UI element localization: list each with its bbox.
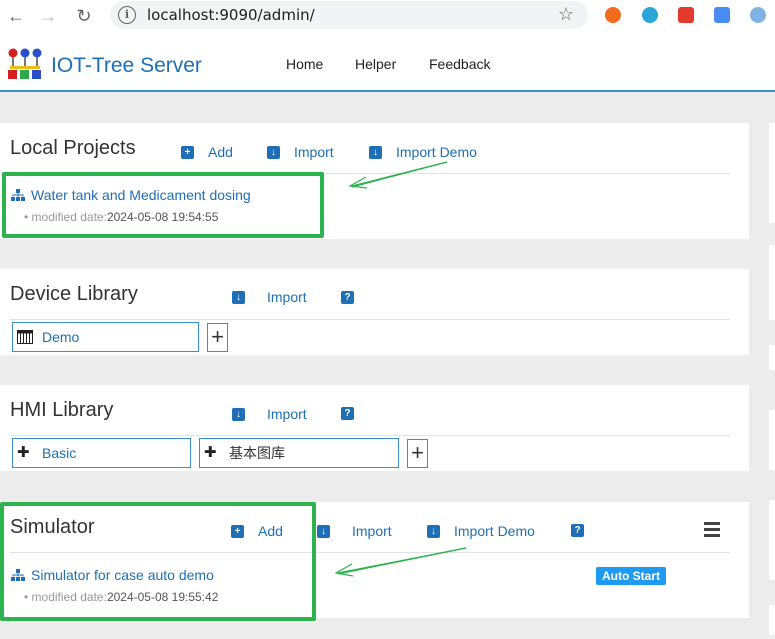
add-project-button[interactable]: + Add bbox=[181, 144, 233, 160]
panel-title: Device Library bbox=[10, 283, 138, 305]
hmi-library-item-basic[interactable]: ✚ Basic bbox=[12, 438, 191, 468]
add-device-library-button[interactable]: + bbox=[207, 323, 228, 352]
import-demo-button[interactable]: ↓ Import Demo bbox=[369, 144, 477, 160]
import-icon: ↓ bbox=[232, 290, 245, 304]
simulator-link[interactable]: Simulator for case auto demo bbox=[11, 567, 214, 583]
import-icon: ↓ bbox=[232, 407, 245, 421]
import-device-button[interactable]: ↓ Import bbox=[232, 289, 307, 305]
local-projects-panel: Local Projects + Add ↓ Import ↓ Import D… bbox=[0, 123, 749, 239]
panel-title: Simulator bbox=[10, 516, 95, 538]
iot-tree-logo-icon bbox=[8, 48, 42, 79]
right-panel-edge bbox=[769, 123, 775, 223]
app-header: IOT-Tree Server Home Helper Feedback bbox=[0, 34, 775, 92]
address-bar[interactable]: i localhost:9090/admin/ ☆ bbox=[110, 1, 588, 29]
grid-library-icon bbox=[17, 330, 33, 344]
modified-date: • modified date:2024-05-08 19:54:55 bbox=[24, 210, 219, 224]
reload-icon[interactable]: ↻ bbox=[72, 4, 96, 28]
right-panel-edge bbox=[769, 245, 775, 320]
simulator-panel: Simulator + Add ↓ Import ↓ Import Demo ?… bbox=[0, 502, 749, 618]
divider bbox=[10, 435, 730, 436]
forward-arrow-icon[interactable]: → bbox=[36, 4, 60, 28]
device-library-panel: Device Library ↓ Import ? Demo + bbox=[0, 269, 749, 355]
add-simulator-button[interactable]: + Add bbox=[231, 523, 283, 539]
app-title: IOT-Tree Server bbox=[51, 54, 202, 77]
puzzle-icon: ✚ bbox=[17, 444, 30, 461]
hmi-library-panel: HMI Library ↓ Import ? ✚ Basic ✚ 基本图库 + bbox=[0, 385, 749, 471]
import-project-button[interactable]: ↓ Import bbox=[267, 144, 334, 160]
tree-structure-icon bbox=[11, 569, 25, 581]
url-text[interactable]: localhost:9090/admin/ bbox=[147, 6, 315, 24]
add-icon: + bbox=[231, 524, 244, 538]
bookmark-star-icon[interactable]: ☆ bbox=[558, 4, 574, 25]
hmi-library-item-basic-cn[interactable]: ✚ 基本图库 bbox=[199, 438, 399, 468]
divider bbox=[10, 552, 730, 553]
help-icon: ? bbox=[571, 524, 584, 537]
project-link[interactable]: Water tank and Medicament dosing bbox=[11, 187, 251, 203]
browser-toolbar: ← → ↻ i localhost:9090/admin/ ☆ bbox=[0, 0, 775, 34]
import-icon: ↓ bbox=[317, 524, 330, 538]
menu-feedback[interactable]: Feedback bbox=[429, 56, 490, 72]
import-icon: ↓ bbox=[369, 145, 382, 159]
panel-title: HMI Library bbox=[10, 399, 114, 421]
add-hmi-library-button[interactable]: + bbox=[407, 439, 428, 468]
right-panel-edge bbox=[769, 345, 775, 370]
modified-date: • modified date:2024-05-08 19:55:42 bbox=[24, 590, 219, 604]
right-panel-edge bbox=[769, 410, 775, 470]
help-button[interactable]: ? bbox=[341, 407, 354, 420]
extension-orange-icon[interactable] bbox=[605, 7, 621, 23]
import-hmi-button[interactable]: ↓ Import bbox=[232, 406, 307, 422]
site-info-icon[interactable]: i bbox=[118, 6, 136, 24]
extension-globe-icon[interactable] bbox=[642, 7, 658, 23]
add-icon: + bbox=[181, 145, 194, 159]
back-arrow-icon[interactable]: ← bbox=[4, 4, 28, 28]
import-simulator-button[interactable]: ↓ Import bbox=[317, 523, 392, 539]
help-icon: ? bbox=[341, 407, 354, 420]
extension-translate-icon[interactable] bbox=[714, 7, 730, 23]
divider bbox=[10, 173, 730, 174]
puzzle-icon: ✚ bbox=[204, 444, 217, 461]
library-item-demo[interactable]: Demo bbox=[12, 322, 199, 352]
right-panel-edge bbox=[769, 500, 775, 580]
right-panel-edge bbox=[769, 605, 775, 635]
tree-structure-icon bbox=[11, 189, 25, 201]
menu-hamburger-icon[interactable] bbox=[704, 522, 720, 537]
menu-home[interactable]: Home bbox=[286, 56, 323, 72]
menu-helper[interactable]: Helper bbox=[355, 56, 396, 72]
divider bbox=[10, 319, 730, 320]
import-demo-button[interactable]: ↓ Import Demo bbox=[427, 523, 535, 539]
import-icon: ↓ bbox=[267, 145, 280, 159]
panel-title: Local Projects bbox=[10, 137, 136, 159]
help-button[interactable]: ? bbox=[571, 524, 584, 537]
help-button[interactable]: ? bbox=[341, 291, 354, 304]
extension-dice-icon[interactable] bbox=[678, 7, 694, 23]
extension-edge-icon[interactable] bbox=[750, 7, 766, 23]
import-icon: ↓ bbox=[427, 524, 440, 538]
help-icon: ? bbox=[341, 291, 354, 304]
auto-start-badge[interactable]: Auto Start bbox=[596, 567, 666, 585]
